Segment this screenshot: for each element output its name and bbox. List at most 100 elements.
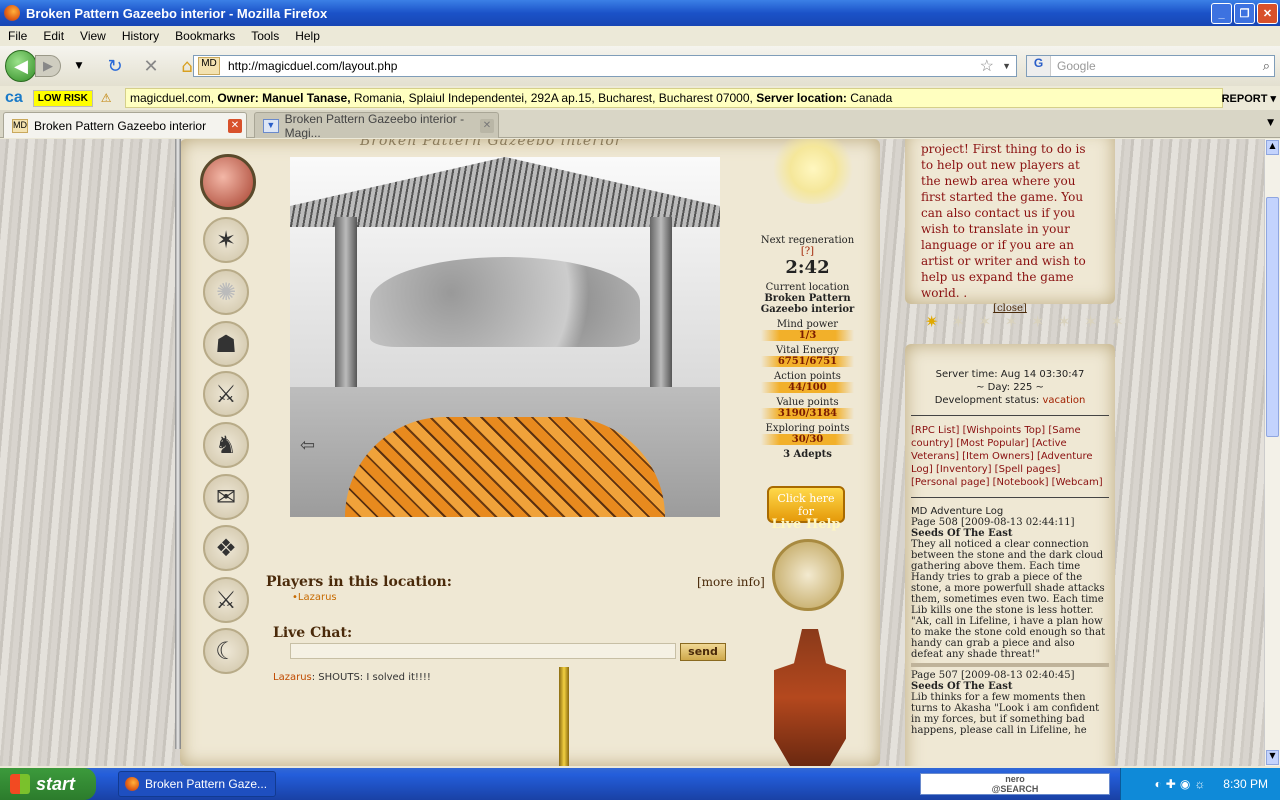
pillar xyxy=(650,217,672,397)
regen-label: Next regeneration xyxy=(760,235,855,246)
current-location: Broken Pattern Gazeebo interior xyxy=(760,293,855,315)
exploring-points-value: 30/30 xyxy=(761,434,854,445)
page-favicon-icon: ▼ xyxy=(263,118,279,133)
start-button[interactable]: start xyxy=(0,768,96,800)
report-button[interactable]: REPORT ▾ xyxy=(1222,92,1276,105)
vital-energy-value: 6751/6751 xyxy=(761,356,854,367)
dragon-icon[interactable]: ♞ xyxy=(203,422,249,468)
mind-power-label: Mind power xyxy=(776,319,839,330)
mosaic[interactable] xyxy=(345,417,665,517)
bookmark-star-icon[interactable]: ☆ xyxy=(980,56,994,76)
magic-circle-icon[interactable]: ✺ xyxy=(203,269,249,315)
side-pole xyxy=(175,139,181,749)
forward-button[interactable]: ▶ xyxy=(35,55,61,77)
search-box[interactable]: G Google ⌕ xyxy=(1026,55,1275,77)
menu-file[interactable]: File xyxy=(0,29,35,43)
tab-close-icon[interactable]: ✕ xyxy=(480,118,494,133)
log-entry-header: Page 507 [2009-08-13 02:40:45] xyxy=(911,670,1075,681)
scroll-up-icon[interactable]: ▲ xyxy=(1266,140,1279,155)
portrait-orb[interactable] xyxy=(200,154,256,210)
menu-edit[interactable]: Edit xyxy=(35,29,72,43)
vital-energy-label: Vital Energy xyxy=(775,345,840,356)
tab-close-icon[interactable]: ✕ xyxy=(228,118,242,133)
info-box: Server time: Aug 14 03:30:47 ~ Day: 225 … xyxy=(905,344,1115,766)
star-filled-icon: ✷ xyxy=(925,312,943,331)
server-location-label: Server location: xyxy=(756,91,847,105)
stop-icon[interactable]: ✕ xyxy=(139,54,163,78)
nero-line1: nero xyxy=(1005,774,1025,784)
clock: 8:30 PM xyxy=(1223,777,1268,791)
player-name[interactable]: •Lazarus xyxy=(292,592,337,603)
chat-author[interactable]: Lazarus xyxy=(273,672,312,683)
regen-help-link[interactable]: [?] xyxy=(801,246,814,257)
scroll-down-icon[interactable]: ▼ xyxy=(1266,750,1279,765)
live-chat-label: Live Chat: xyxy=(273,625,353,641)
menu-help[interactable]: Help xyxy=(287,29,328,43)
tab-inactive[interactable]: ▼ Broken Pattern Gazeebo interior - Magi… xyxy=(254,112,499,140)
players-label: Players in this location: xyxy=(266,574,452,590)
url-bar[interactable]: MD http://magicduel.com/layout.php ☆ ▼ xyxy=(193,55,1017,77)
ca-logo-icon[interactable]: ca xyxy=(5,89,23,107)
menu-view[interactable]: View xyxy=(72,29,114,43)
adepts-count[interactable]: 3 Adepts xyxy=(755,449,860,460)
creature-icon[interactable]: ☗ xyxy=(203,321,249,367)
minimize-button[interactable]: _ xyxy=(1211,3,1232,24)
log-title: MD Adventure Log xyxy=(911,506,1004,517)
log-separator xyxy=(911,663,1109,667)
tab-list-icon[interactable]: ▼ xyxy=(1267,118,1274,128)
crossed-swords-shield-icon[interactable]: ⚔ xyxy=(203,371,249,417)
site-identity-icon[interactable]: MD xyxy=(198,57,220,75)
chat-input[interactable] xyxy=(290,643,676,659)
divider xyxy=(911,497,1109,498)
nero-search-box[interactable]: nero @SEARCH xyxy=(920,773,1110,795)
swirl-icon[interactable]: ☾ xyxy=(203,628,249,674)
quick-links[interactable]: [RPC List] [Wishpoints Top] [Same countr… xyxy=(911,424,1109,489)
chat-text: : SHOUTS: I solved it!!!! xyxy=(311,672,431,683)
log-entry-text: They all noticed a clear connection betw… xyxy=(911,539,1106,660)
more-info-link[interactable]: [more info] xyxy=(697,575,765,589)
back-arrow-icon: ◀ xyxy=(14,55,28,77)
close-window-button[interactable]: ✕ xyxy=(1257,3,1278,24)
vertical-scrollbar[interactable]: ▲ ▼ xyxy=(1264,139,1280,766)
menu-history[interactable]: History xyxy=(114,29,167,43)
action-points-label: Action points xyxy=(774,371,841,382)
risk-badge[interactable]: LOW RISK xyxy=(32,89,93,107)
reload-icon[interactable]: ↻ xyxy=(103,54,127,78)
action-points-value: 44/100 xyxy=(761,382,854,393)
log-entry-title: Seeds Of The East xyxy=(911,528,1013,539)
menu-tools[interactable]: Tools xyxy=(243,29,287,43)
url-dropdown-icon[interactable]: ▼ xyxy=(1002,61,1011,71)
history-dropdown-icon[interactable]: ▼ xyxy=(67,54,91,78)
tab-active[interactable]: MD Broken Pattern Gazeebo interior ✕ xyxy=(3,112,247,138)
chat-message: Lazarus: SHOUTS: I solved it!!!! xyxy=(273,672,431,683)
nero-line2: @SEARCH xyxy=(991,784,1039,794)
system-tray: ◐✚◉☼ 8:30 PM xyxy=(1120,768,1280,800)
map-scroll-icon[interactable]: ❖ xyxy=(203,525,249,571)
search-placeholder[interactable]: Google xyxy=(1057,59,1096,73)
compass-star-icon[interactable]: ✶ xyxy=(203,217,249,263)
tab-label: Broken Pattern Gazeebo interior xyxy=(34,118,207,133)
mail-icon[interactable]: ✉ xyxy=(203,474,249,520)
live-help-button[interactable]: Click here for Live Help xyxy=(767,486,845,531)
back-button[interactable]: ◀ xyxy=(5,50,37,82)
exploring-points-label: Exploring points xyxy=(765,423,850,434)
scroll-thumb[interactable] xyxy=(1266,197,1279,437)
value-points-label: Value points xyxy=(776,397,839,408)
security-toolbar: ca LOW RISK ⚠ magicduel.com, Owner: Manu… xyxy=(0,86,1280,110)
left-arrow-icon[interactable]: ⇦ xyxy=(300,435,315,456)
send-button[interactable]: send xyxy=(680,643,726,661)
swords-icon[interactable]: ⚔ xyxy=(203,577,249,623)
taskbar-firefox-item[interactable]: Broken Pattern Gaze... xyxy=(118,771,276,797)
google-engine-icon[interactable]: G xyxy=(1027,56,1051,76)
compass-icon[interactable] xyxy=(772,539,844,611)
search-icon[interactable]: ⌕ xyxy=(1263,58,1270,74)
tray-icons[interactable]: ◐✚◉☼ xyxy=(1155,777,1210,791)
location-image[interactable]: ⇦ xyxy=(290,157,720,517)
url-text[interactable]: http://magicduel.com/layout.php xyxy=(228,59,397,73)
notice-box: project! First thing to do is to help ou… xyxy=(905,139,1115,314)
site-favicon-icon: MD xyxy=(12,118,28,133)
maximize-button[interactable]: ❐ xyxy=(1234,3,1255,24)
menu-bookmarks[interactable]: Bookmarks xyxy=(167,29,243,43)
torch-icon xyxy=(559,667,569,766)
trees xyxy=(370,257,640,347)
